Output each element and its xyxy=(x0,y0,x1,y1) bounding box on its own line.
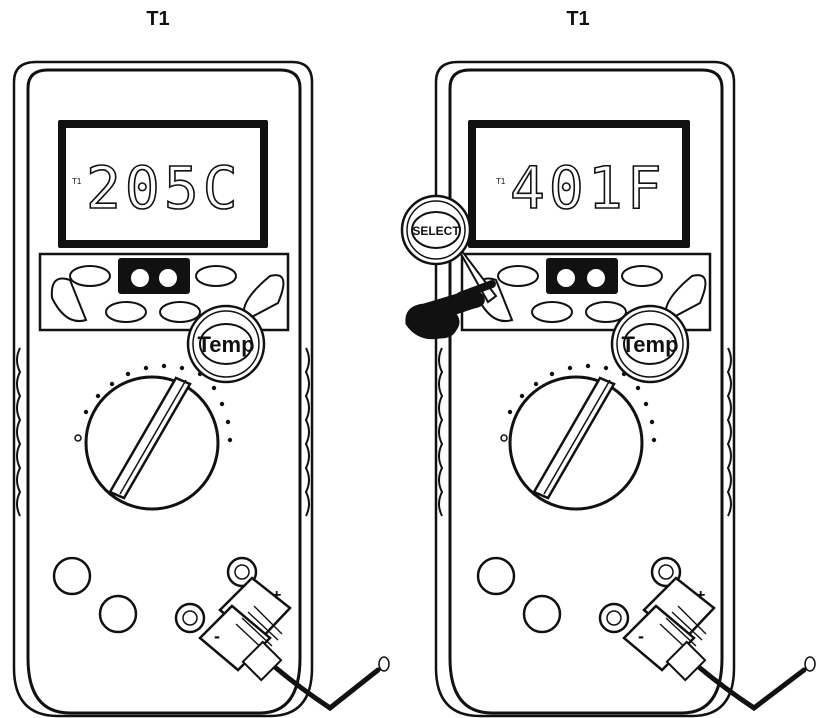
terminal-minus-label: - xyxy=(638,626,644,646)
function-button[interactable] xyxy=(105,301,147,323)
panel-title-left: T1 xyxy=(146,8,170,30)
terminal-plus-label: + xyxy=(696,587,705,604)
temp-button-label: Temp xyxy=(621,332,678,357)
terminal-plus-label: + xyxy=(272,587,281,604)
function-button[interactable] xyxy=(159,301,201,323)
multimeter-right: T1 401F SELECT Temp + - xyxy=(400,60,816,718)
terminal-minus-label: - xyxy=(214,626,220,646)
function-button[interactable] xyxy=(195,265,237,287)
temp-button-label: Temp xyxy=(197,332,254,357)
lcd-reading: 401F xyxy=(510,154,666,222)
function-button[interactable] xyxy=(621,265,663,287)
input-jack xyxy=(98,594,138,634)
multimeter-left: T1 205C Temp + - xyxy=(12,60,390,718)
lcd-reading: 205C xyxy=(86,154,242,222)
select-button-label: SELECT xyxy=(412,224,460,238)
input-jack xyxy=(52,556,92,596)
function-button[interactable] xyxy=(531,301,573,323)
lcd-indicator-t1: T1 xyxy=(496,177,506,186)
function-button[interactable] xyxy=(497,265,539,287)
input-jack xyxy=(476,556,516,596)
function-button[interactable] xyxy=(69,265,111,287)
input-jack xyxy=(522,594,562,634)
panel-title-right: T1 xyxy=(566,8,590,30)
lcd-indicator-t1: T1 xyxy=(72,177,82,186)
